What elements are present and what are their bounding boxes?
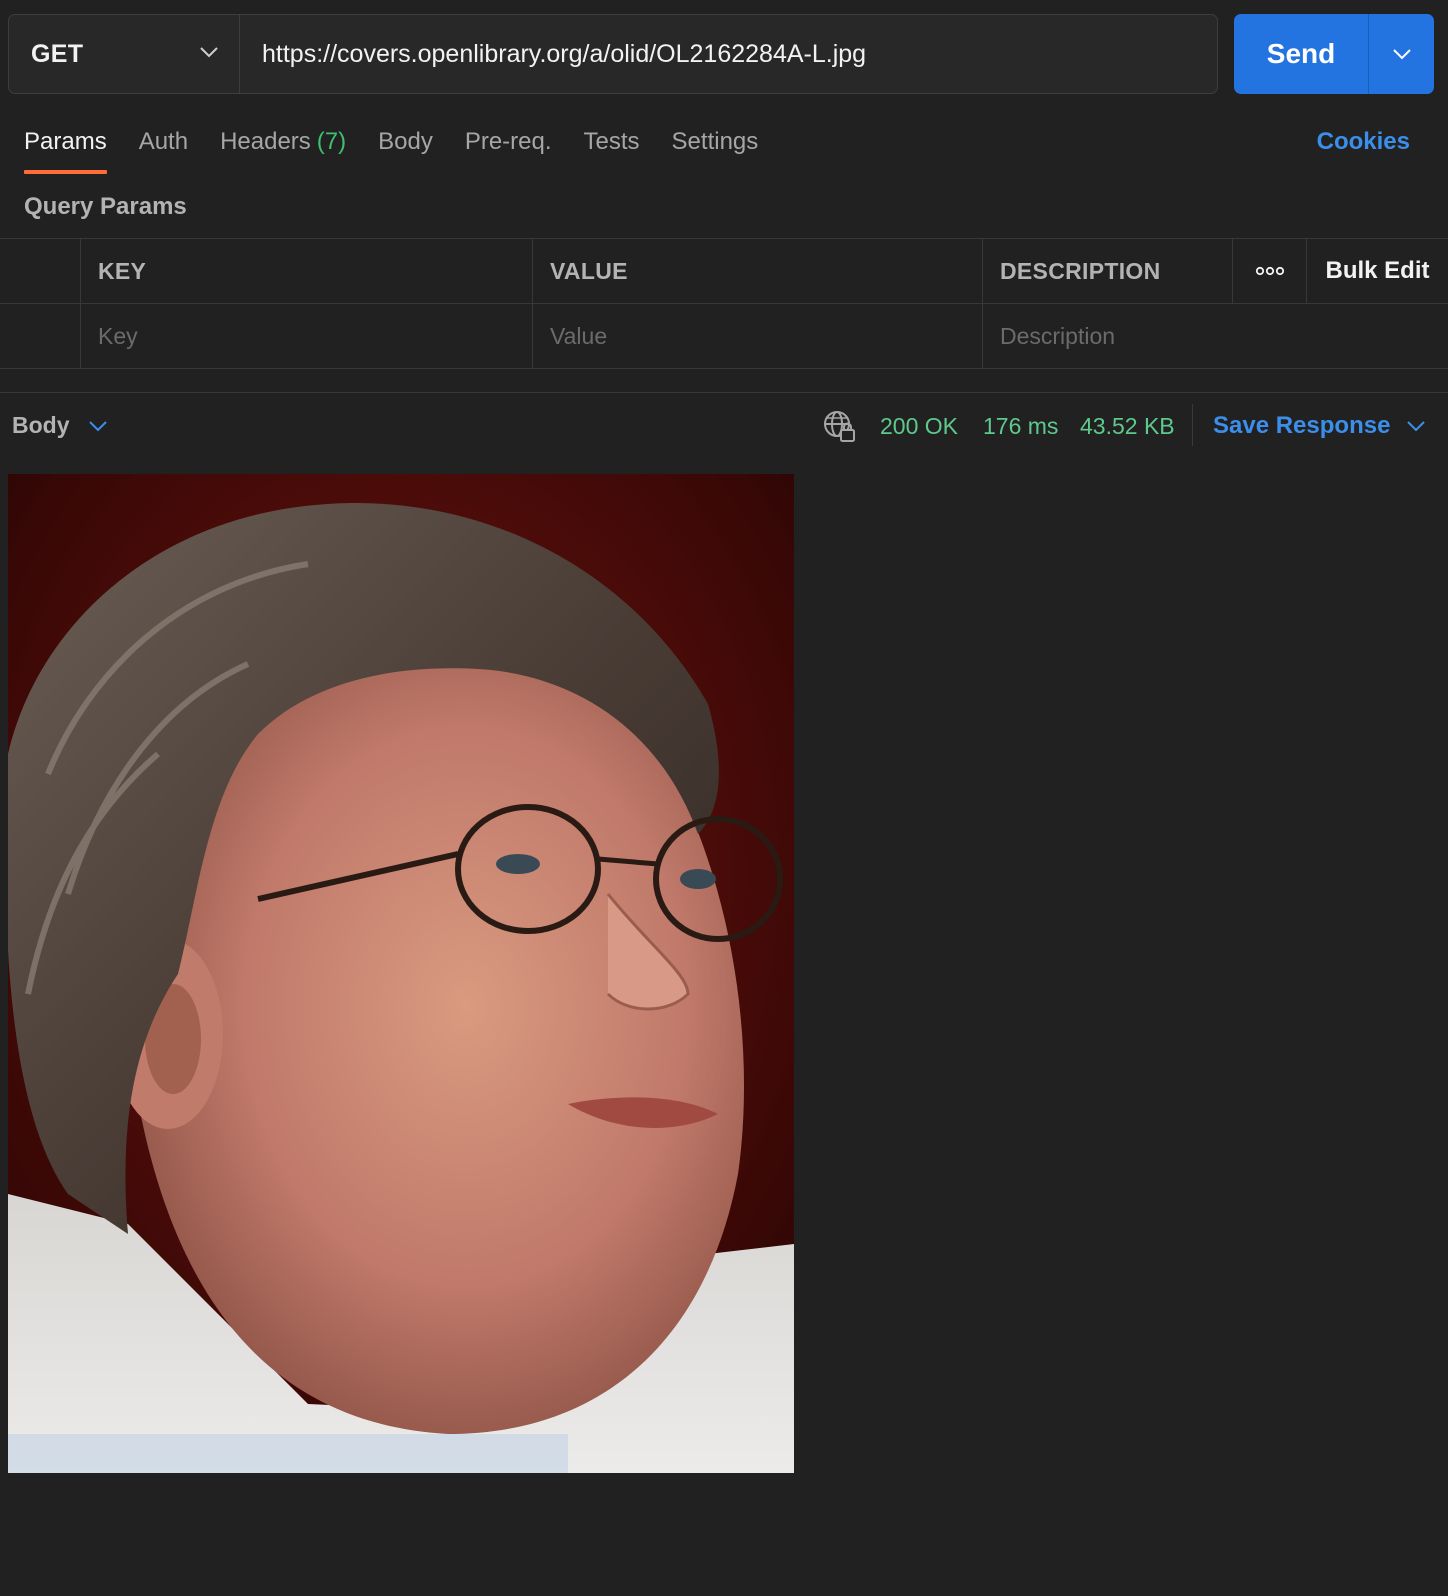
column-header-value: VALUE <box>533 239 983 303</box>
bulk-edit-button[interactable]: Bulk Edit <box>1307 239 1448 303</box>
key-input[interactable]: Key <box>81 304 533 368</box>
column-options-button[interactable] <box>1233 239 1307 303</box>
table-row: Key Value Description <box>0 304 1448 369</box>
send-button-group: Send <box>1234 14 1434 94</box>
row-checkbox-cell <box>0 304 81 368</box>
tab-headers[interactable]: Headers (7) <box>220 122 346 174</box>
request-tabs: Params Auth Headers (7) Body Pre-req. Tes… <box>24 122 790 174</box>
save-response-label: Save Response <box>1213 412 1391 439</box>
save-response-button[interactable]: Save Response <box>1213 412 1426 440</box>
pane-divider[interactable] <box>0 392 1448 393</box>
chevron-down-icon <box>1407 421 1426 432</box>
headers-count: (7) <box>316 128 347 155</box>
tab-pre-request[interactable]: Pre-req. <box>465 122 552 174</box>
query-params-title: Query Params <box>24 193 187 220</box>
send-button[interactable]: Send <box>1234 14 1368 94</box>
response-body-label: Body <box>12 412 70 438</box>
tab-label: Tests <box>583 128 640 155</box>
tab-label: Params <box>24 128 107 155</box>
tab-params[interactable]: Params <box>24 122 107 174</box>
status-code[interactable]: 200 OK <box>880 413 958 440</box>
tab-auth[interactable]: Auth <box>139 122 188 174</box>
chevron-down-icon <box>200 47 218 58</box>
chevron-down-icon <box>88 420 107 431</box>
checkbox-column-header <box>0 239 81 303</box>
chevron-down-icon <box>1392 49 1411 60</box>
tab-label: Headers <box>220 128 311 155</box>
response-time[interactable]: 176 ms <box>983 413 1058 440</box>
tab-label: Body <box>378 128 433 155</box>
query-params-table: KEY VALUE DESCRIPTION Bulk Edit Key Valu… <box>0 238 1448 369</box>
column-header-key: KEY <box>81 239 533 303</box>
url-input[interactable]: https://covers.openlibrary.org/a/olid/OL… <box>240 15 1217 93</box>
response-size[interactable]: 43.52 KB <box>1080 413 1175 440</box>
cookies-link[interactable]: Cookies <box>1317 128 1410 156</box>
request-bar: GET https://covers.openlibrary.org/a/oli… <box>8 14 1218 94</box>
tab-label: Auth <box>138 128 189 155</box>
method-label: GET <box>31 39 84 68</box>
separator <box>1192 404 1193 446</box>
method-select[interactable]: GET <box>9 15 240 93</box>
send-options-button[interactable] <box>1368 14 1434 94</box>
more-horizontal-icon <box>1255 266 1284 276</box>
description-input[interactable]: Description <box>983 304 1448 368</box>
tab-body[interactable]: Body <box>378 122 433 174</box>
tab-label: Pre-req. <box>464 128 552 155</box>
tab-label: Settings <box>671 128 759 155</box>
response-image <box>8 474 794 1473</box>
value-input[interactable]: Value <box>533 304 983 368</box>
globe-lock-icon[interactable] <box>822 409 858 445</box>
column-header-description: DESCRIPTION <box>983 239 1233 303</box>
response-body-dropdown[interactable]: Body <box>12 412 108 439</box>
table-header-row: KEY VALUE DESCRIPTION Bulk Edit <box>0 239 1448 304</box>
tab-settings[interactable]: Settings <box>672 122 759 174</box>
tab-tests[interactable]: Tests <box>584 122 640 174</box>
